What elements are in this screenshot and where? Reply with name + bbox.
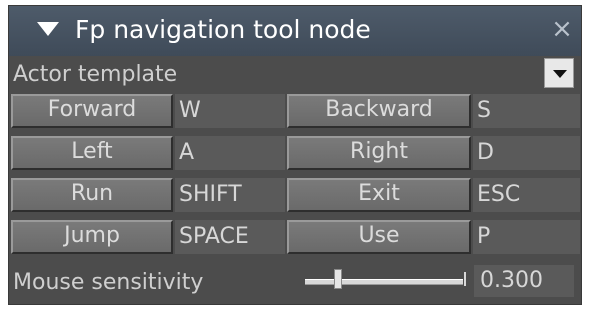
forward-button[interactable]: Forward <box>11 94 173 128</box>
backward-button[interactable]: Backward <box>287 94 471 128</box>
mouse-sensitivity-slider-track[interactable] <box>305 279 463 285</box>
left-button[interactable]: Left <box>11 136 173 170</box>
use-button[interactable]: Use <box>287 220 471 254</box>
right-key-field[interactable]: D <box>473 136 580 170</box>
jump-key-field[interactable]: SPACE <box>175 220 285 254</box>
fp-navigation-node-panel: Fp navigation tool node × Actor template… <box>8 5 582 305</box>
forward-key-field[interactable]: W <box>175 94 285 128</box>
node-title: Fp navigation tool node <box>75 15 371 44</box>
run-key-field[interactable]: SHIFT <box>175 178 285 212</box>
backward-key-field[interactable]: S <box>473 94 580 128</box>
run-button[interactable]: Run <box>11 178 173 212</box>
right-button[interactable]: Right <box>287 136 471 170</box>
mouse-sensitivity-value-field[interactable]: 0.300 <box>474 265 574 297</box>
mouse-sensitivity-slider-thumb[interactable] <box>334 269 342 289</box>
mouse-sensitivity-label: Mouse sensitivity <box>13 270 204 295</box>
exit-key-field[interactable]: ESC <box>473 178 580 212</box>
actor-template-label: Actor template <box>13 62 178 87</box>
exit-button[interactable]: Exit <box>287 178 471 212</box>
actor-template-dropdown[interactable] <box>544 58 574 88</box>
slider-end-tick <box>464 272 466 286</box>
left-key-field[interactable]: A <box>175 136 285 170</box>
node-title-bar[interactable]: Fp navigation tool node × <box>9 6 581 56</box>
jump-button[interactable]: Jump <box>11 220 173 254</box>
chevron-down-icon <box>553 70 567 78</box>
use-key-field[interactable]: P <box>473 220 580 254</box>
collapse-triangle-icon[interactable] <box>37 22 59 36</box>
close-icon[interactable]: × <box>549 14 575 44</box>
